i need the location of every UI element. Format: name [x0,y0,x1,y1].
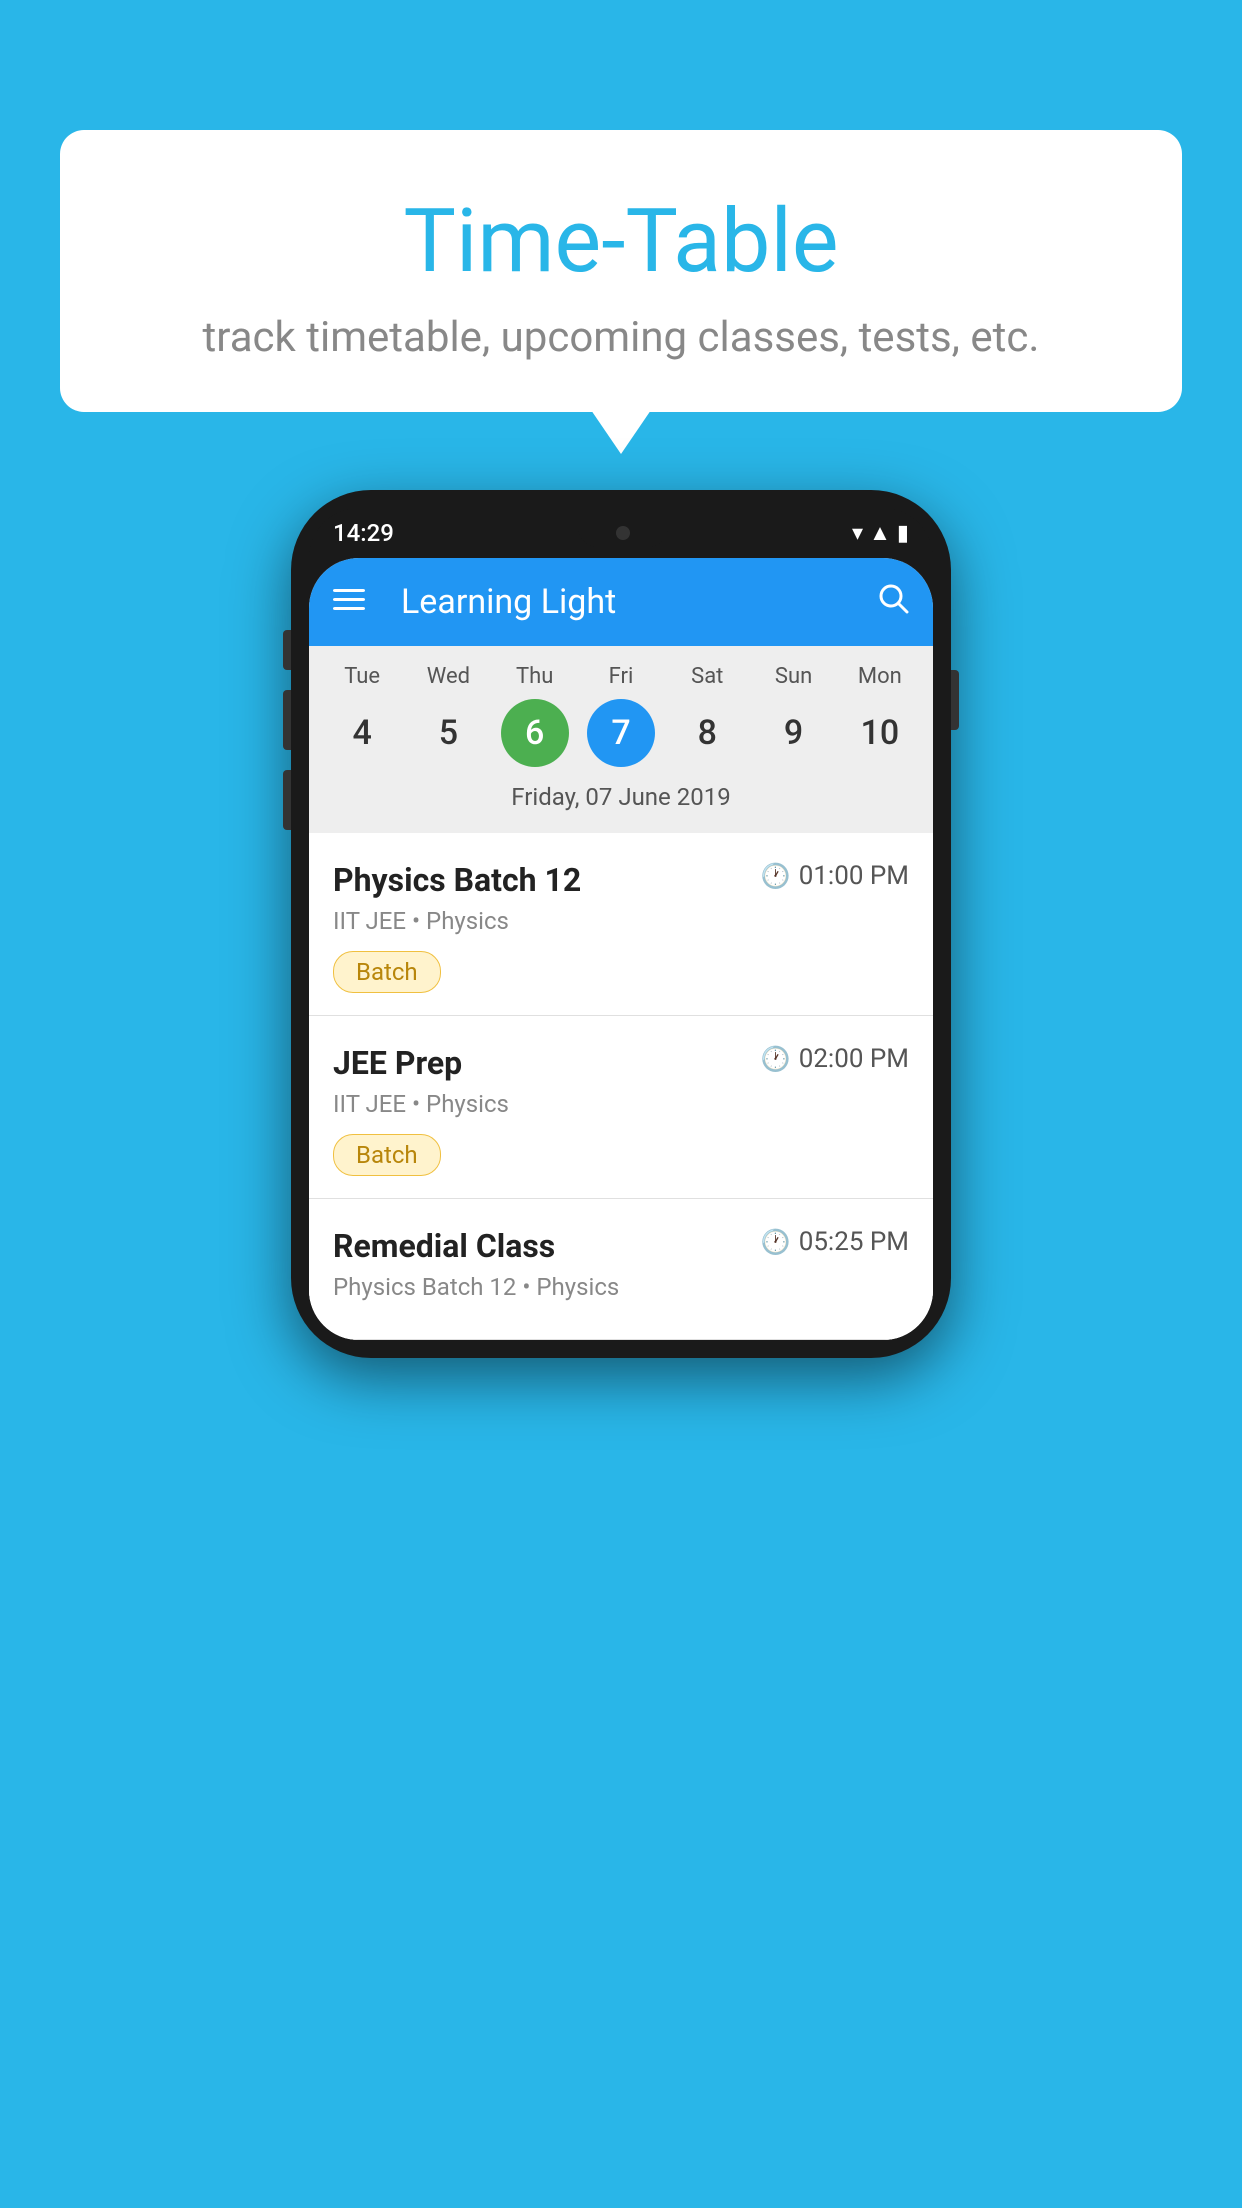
day-name-mon: Mon [837,664,923,689]
schedule-item-1[interactable]: Physics Batch 12 🕐 01:00 PM IIT JEE • Ph… [309,833,933,1016]
day-name-sun: Sun [750,664,836,689]
calendar-strip: Tue Wed Thu Fri Sat Sun Mon 4 5 6 7 8 9 … [309,646,933,833]
phone-notch-area: 14:29 ▾ ▲ ▮ [309,508,933,558]
phone-shell: 14:29 ▾ ▲ ▮ Learning [291,490,951,1358]
schedule-item-2-header: JEE Prep 🕐 02:00 PM [333,1044,909,1082]
schedule-item-2-batch-tag: Batch [333,1134,441,1176]
day-names-row: Tue Wed Thu Fri Sat Sun Mon [319,664,923,689]
day-name-thu: Thu [492,664,578,689]
calendar-day-10[interactable]: 10 [846,699,914,767]
volume-down-button [283,690,291,750]
phone-notch [578,519,668,547]
app-toolbar: Learning Light [309,558,933,646]
calendar-day-6[interactable]: 6 [501,699,569,767]
schedule-item-1-subtitle: IIT JEE • Physics [333,907,909,935]
day-numbers-row: 4 5 6 7 8 9 10 [319,699,923,767]
camera [616,526,630,540]
day-name-fri: Fri [578,664,664,689]
phone-status-icons: ▾ ▲ ▮ [852,520,909,546]
schedule-item-1-batch-tag: Batch [333,951,441,993]
schedule-item-1-time: 🕐 01:00 PM [761,861,909,891]
schedule-item-3-header: Remedial Class 🕐 05:25 PM [333,1227,909,1265]
bubble-subtitle: track timetable, upcoming classes, tests… [100,313,1142,362]
schedule-item-2-subtitle: IIT JEE • Physics [333,1090,909,1118]
calendar-day-8[interactable]: 8 [673,699,741,767]
schedule-item-2-title: JEE Prep [333,1044,462,1082]
calendar-day-4[interactable]: 4 [328,699,396,767]
speech-bubble: Time-Table track timetable, upcoming cla… [60,130,1182,412]
calendar-day-5[interactable]: 5 [414,699,482,767]
speech-bubble-container: Time-Table track timetable, upcoming cla… [60,130,1182,412]
volume-up-button [283,630,291,670]
schedule-item-2[interactable]: JEE Prep 🕐 02:00 PM IIT JEE • Physics Ba… [309,1016,933,1199]
battery-icon: ▮ [897,521,909,546]
schedule-item-3-subtitle: Physics Batch 12 • Physics [333,1273,909,1301]
wifi-icon: ▾ [852,521,863,546]
calendar-day-7[interactable]: 7 [587,699,655,767]
power-button [951,670,959,730]
phone-notch-time: 14:29 [333,519,394,547]
silent-button [283,770,291,830]
clock-icon-1: 🕐 [761,862,791,890]
day-name-tue: Tue [319,664,405,689]
schedule-item-2-time-label: 02:00 PM [799,1044,909,1074]
search-button[interactable] [877,582,909,622]
clock-icon-2: 🕐 [761,1045,791,1073]
schedule-item-2-time: 🕐 02:00 PM [761,1044,909,1074]
schedule-item-3-title: Remedial Class [333,1227,555,1265]
selected-date-label: Friday, 07 June 2019 [319,777,923,823]
toolbar-title: Learning Light [401,582,853,622]
phone-mockup: 14:29 ▾ ▲ ▮ Learning [291,490,951,1358]
schedule-item-1-time-label: 01:00 PM [799,861,909,891]
schedule-item-1-title: Physics Batch 12 [333,861,581,899]
calendar-day-9[interactable]: 9 [760,699,828,767]
hamburger-icon[interactable] [333,587,365,617]
phone-screen: Learning Light Tue Wed Thu Fri Sat Sun [309,558,933,1340]
schedule-list: Physics Batch 12 🕐 01:00 PM IIT JEE • Ph… [309,833,933,1340]
schedule-item-1-header: Physics Batch 12 🕐 01:00 PM [333,861,909,899]
schedule-item-3-time: 🕐 05:25 PM [761,1227,909,1257]
schedule-item-3[interactable]: Remedial Class 🕐 05:25 PM Physics Batch … [309,1199,933,1340]
clock-icon-3: 🕐 [761,1228,791,1256]
signal-icon: ▲ [869,520,891,546]
bubble-title: Time-Table [100,190,1142,293]
day-name-wed: Wed [405,664,491,689]
schedule-item-3-time-label: 05:25 PM [799,1227,909,1257]
day-name-sat: Sat [664,664,750,689]
